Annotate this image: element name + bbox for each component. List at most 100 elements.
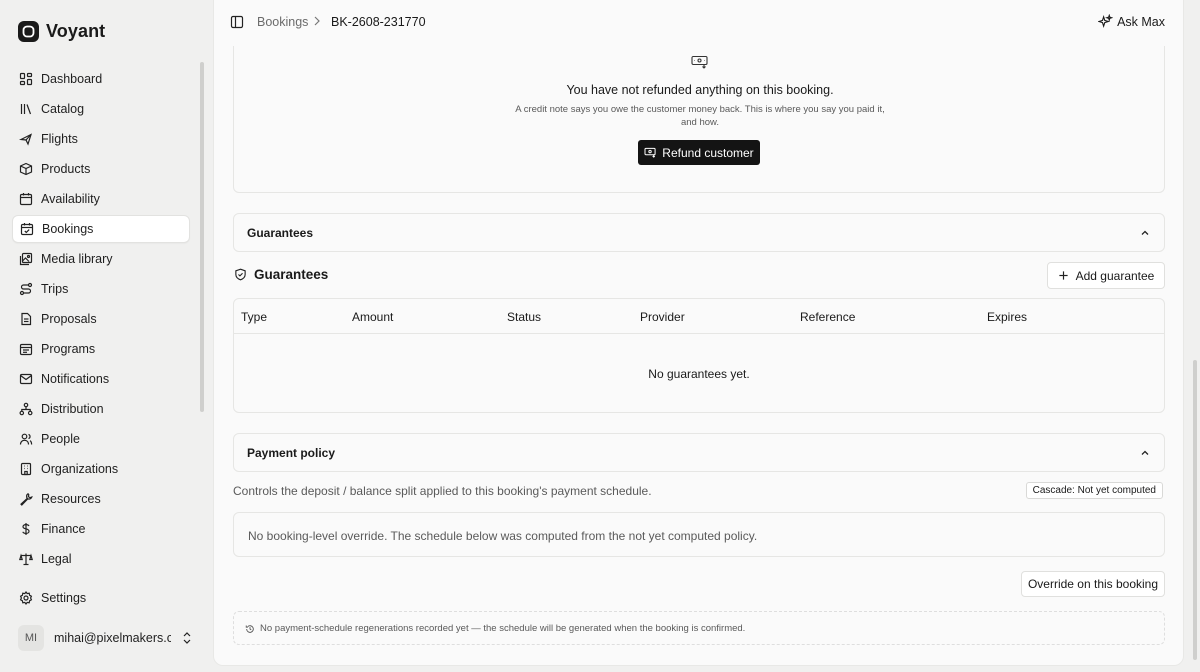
route-icon xyxy=(19,282,33,296)
sidebar-item-notifications[interactable]: Notifications xyxy=(12,365,190,393)
refund-card: You have not refunded anything on this b… xyxy=(233,36,1165,193)
sidebar-item-label: Availability xyxy=(41,192,100,206)
guarantees-title: Guarantees xyxy=(234,267,328,282)
regeneration-note: No payment-schedule regenerations record… xyxy=(245,623,745,634)
column-header-status[interactable]: Status xyxy=(507,310,541,324)
brand[interactable]: Voyant xyxy=(18,21,105,42)
breadcrumb-booking-id: BK-2608-231770 xyxy=(331,15,426,29)
dashboard-icon xyxy=(19,72,33,86)
shield-check-icon xyxy=(234,268,247,281)
sidebar-item-label: Catalog xyxy=(41,102,85,116)
top-bar: Bookings BK-2608-231770 Ask Max xyxy=(214,0,1183,46)
column-header-amount[interactable]: Amount xyxy=(352,310,393,324)
sidebar-item-proposals[interactable]: Proposals xyxy=(12,305,190,333)
sidebar-item-resources[interactable]: Resources xyxy=(12,485,190,513)
calendar-icon xyxy=(19,192,33,206)
sidebar-item-programs[interactable]: Programs xyxy=(12,335,190,363)
regeneration-note-text: No payment-schedule regenerations record… xyxy=(260,623,746,634)
sidebar-item-settings[interactable]: Settings xyxy=(12,584,190,612)
sidebar-item-people[interactable]: People xyxy=(12,425,190,453)
chevron-up-icon xyxy=(1139,227,1151,239)
sidebar-scrollbar[interactable] xyxy=(200,62,204,412)
library-icon xyxy=(19,102,33,116)
sidebar-item-media-library[interactable]: Media library xyxy=(12,245,190,273)
sidebar-item-label: Resources xyxy=(41,492,101,506)
ask-max-button[interactable]: Ask Max xyxy=(1098,14,1165,29)
breadcrumb-bookings[interactable]: Bookings xyxy=(257,15,308,29)
sidebar-item-finance[interactable]: Finance xyxy=(12,515,190,543)
sidebar-item-label: Organizations xyxy=(41,462,119,476)
column-header-reference[interactable]: Reference xyxy=(800,310,855,324)
avatar: MI xyxy=(18,625,44,651)
guarantees-heading: Guarantees xyxy=(254,267,329,282)
chevron-right-icon xyxy=(312,14,322,28)
override-info-text: No booking-level override. The schedule … xyxy=(248,529,758,543)
cascade-status-badge: Cascade: Not yet computed xyxy=(1025,482,1163,499)
sidebar: Voyant Dashboard Catalog Flights Product… xyxy=(0,0,212,672)
main-scrollbar[interactable] xyxy=(1193,360,1197,660)
sidebar-item-label: Proposals xyxy=(41,312,97,326)
refund-customer-button[interactable]: Refund customer xyxy=(638,140,760,165)
table-header: Type Amount Status Provider Reference Ex… xyxy=(234,299,1164,334)
plane-icon xyxy=(19,132,33,146)
sidebar-item-label: Trips xyxy=(41,282,69,296)
sidebar-item-label: Products xyxy=(41,162,91,176)
ask-max-label: Ask Max xyxy=(1117,14,1165,29)
refund-empty-description: A credit note says you owe the customer … xyxy=(515,104,885,128)
network-icon xyxy=(19,402,33,416)
refund-empty-title: You have not refunded anything on this b… xyxy=(566,83,834,97)
images-icon xyxy=(19,252,33,266)
override-on-booking-button[interactable]: Override on this booking xyxy=(1021,571,1165,597)
plus-icon xyxy=(1058,270,1069,281)
package-icon xyxy=(19,162,33,176)
sidebar-item-legal[interactable]: Legal xyxy=(12,545,190,573)
guarantees-table: Type Amount Status Provider Reference Ex… xyxy=(233,298,1165,413)
users-icon xyxy=(19,432,33,446)
payment-policy-description: Controls the deposit / balance split app… xyxy=(233,484,652,498)
sidebar-item-products[interactable]: Products xyxy=(12,155,190,183)
sidebar-item-trips[interactable]: Trips xyxy=(12,275,190,303)
sidebar-item-label: Flights xyxy=(41,132,78,146)
user-email: mihai@pixelmakers.c... xyxy=(54,631,171,645)
sidebar-item-dashboard[interactable]: Dashboard xyxy=(12,65,190,93)
column-header-provider[interactable]: Provider xyxy=(640,310,685,324)
column-header-expires[interactable]: Expires xyxy=(987,310,1027,324)
calendar-check-icon xyxy=(20,222,34,236)
building-icon xyxy=(19,462,33,476)
refund-customer-label: Refund customer xyxy=(662,145,754,160)
sidebar-item-bookings[interactable]: Bookings xyxy=(12,215,190,243)
gear-icon xyxy=(19,591,33,605)
mail-icon xyxy=(19,372,33,386)
payment-policy-section-label: Payment policy xyxy=(247,445,336,460)
history-icon xyxy=(245,624,255,634)
banknote-refund-icon xyxy=(644,147,657,158)
sidebar-item-organizations[interactable]: Organizations xyxy=(12,455,190,483)
user-menu[interactable]: MI mihai@pixelmakers.c... xyxy=(18,624,193,652)
voyant-logo-icon xyxy=(18,21,39,42)
chevron-up-icon xyxy=(1139,447,1151,459)
chevrons-up-down-icon xyxy=(181,631,193,645)
wrench-icon xyxy=(19,492,33,506)
calendar-range-icon xyxy=(19,342,33,356)
schedule-regeneration-box: No payment-schedule regenerations record… xyxy=(233,611,1165,645)
sidebar-item-availability[interactable]: Availability xyxy=(12,185,190,213)
column-header-type[interactable]: Type xyxy=(241,310,267,324)
sidebar-item-flights[interactable]: Flights xyxy=(12,125,190,153)
guarantees-section-header[interactable]: Guarantees xyxy=(233,213,1165,252)
sidebar-item-label: Settings xyxy=(41,591,87,605)
sidebar-toggle-icon[interactable] xyxy=(230,15,244,29)
payment-policy-section-header[interactable]: Payment policy xyxy=(233,433,1165,472)
sidebar-item-distribution[interactable]: Distribution xyxy=(12,395,190,423)
add-guarantee-button[interactable]: Add guarantee xyxy=(1047,262,1165,289)
sidebar-item-label: Bookings xyxy=(42,222,94,236)
scale-icon xyxy=(19,552,33,566)
sparkles-icon xyxy=(1098,14,1114,29)
sidebar-item-label: Distribution xyxy=(41,402,104,416)
sidebar-item-label: People xyxy=(41,432,80,446)
sidebar-item-catalog[interactable]: Catalog xyxy=(12,95,190,123)
dollar-icon xyxy=(19,522,33,536)
guarantees-section-label: Guarantees xyxy=(247,225,314,240)
sidebar-item-label: Programs xyxy=(41,342,96,356)
override-info-box: No booking-level override. The schedule … xyxy=(233,512,1165,557)
sidebar-item-label: Finance xyxy=(41,522,86,536)
